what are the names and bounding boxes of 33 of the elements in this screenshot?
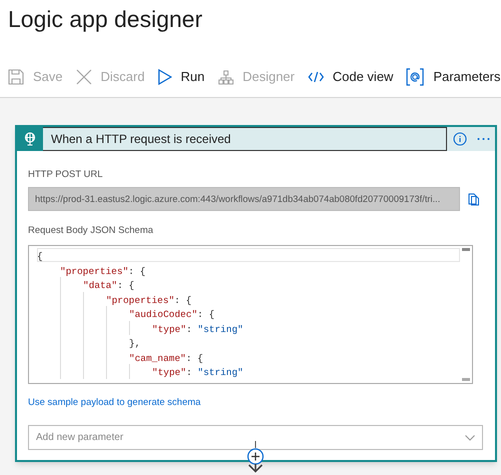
arrow-down-icon — [248, 464, 263, 474]
trigger-title: When a HTTP request is received — [43, 127, 447, 151]
close-icon — [76, 69, 92, 85]
code-line: "properties": { — [106, 294, 192, 306]
code-line: }, — [129, 338, 140, 349]
play-icon — [158, 69, 172, 85]
code-line: "cam_name": { — [129, 352, 204, 364]
code-line: { — [37, 251, 43, 262]
parameters-icon — [406, 68, 424, 86]
code-button[interactable]: Code view — [308, 67, 394, 87]
code-line: "audioCodec": { — [129, 309, 215, 320]
dropdown-placeholder: Add new parameter — [36, 431, 124, 445]
chevron-down-icon — [465, 434, 475, 440]
code-line: "type": "string" — [152, 324, 244, 334]
field-label: Request Body JSON Schema — [28, 224, 154, 238]
parameters-button[interactable]: Parameters — [406, 67, 501, 87]
page-title: Logic app designer — [8, 5, 202, 34]
run-button[interactable]: Run — [158, 67, 205, 87]
code-editor[interactable]: { "properties": { "data": { "properties": { "audioCodec": { "type": "string" }, "cam_name": { "type": "string" — [28, 245, 473, 384]
info-icon[interactable] — [453, 132, 467, 146]
field-label: HTTP POST URL — [28, 168, 103, 182]
url-field: https://prod-31.eastus2.logic.azure.com:443/workflows/a971db34ab074ab080fd20770009173f/tri... — [28, 187, 460, 211]
sample-payload-link[interactable]: Use sample payload to generate schema — [28, 396, 201, 410]
more-options-icon[interactable] — [477, 137, 490, 141]
hierarchy-icon — [218, 70, 234, 84]
add-step-icon[interactable] — [247, 448, 264, 465]
code-line: "data": { — [83, 280, 134, 291]
add-parameter-dropdown[interactable]: Add new parameter — [28, 425, 483, 450]
save-icon — [8, 69, 24, 85]
code-line: "properties": { — [60, 266, 146, 276]
copy-icon[interactable] — [468, 192, 479, 206]
code-line: "type": "string" — [152, 367, 244, 378]
code-icon — [308, 71, 324, 83]
